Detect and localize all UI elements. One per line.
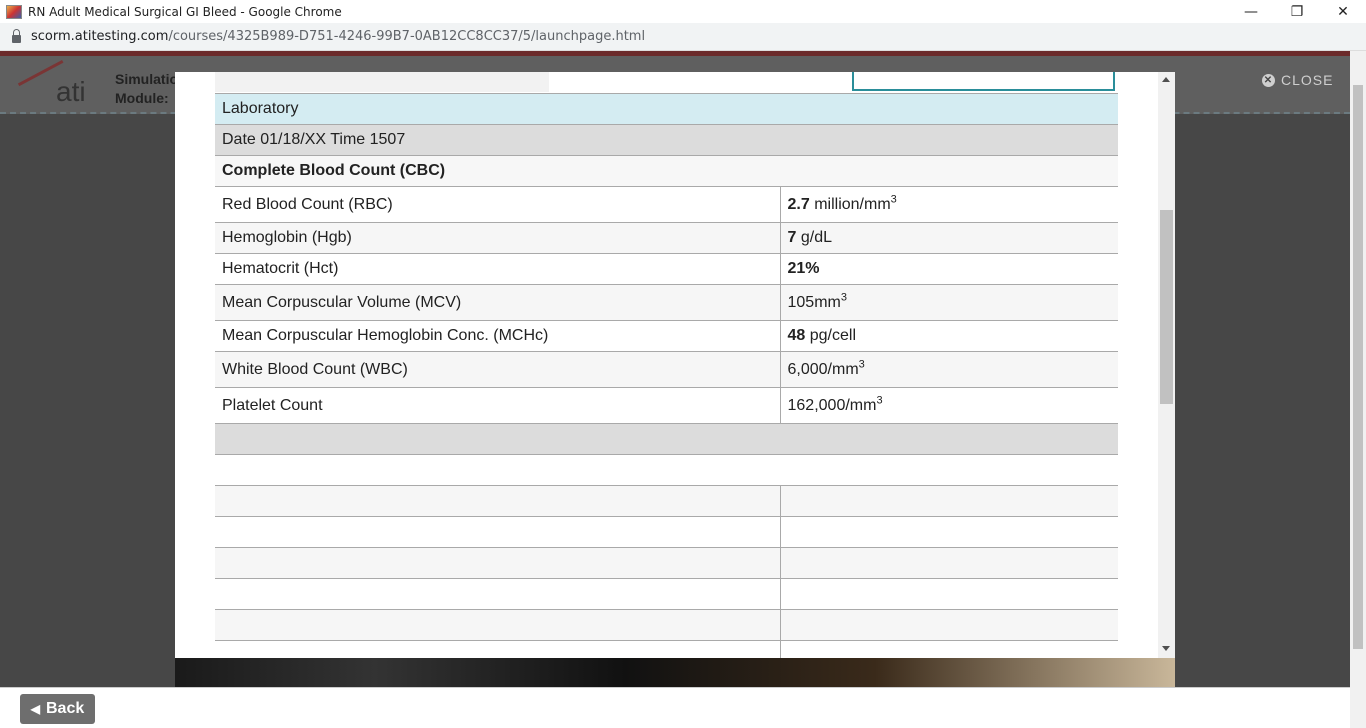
- window-title: RN Adult Medical Surgical GI Bleed - Goo…: [28, 4, 342, 19]
- close-button[interactable]: ✕ CLOSE: [1262, 72, 1333, 88]
- laboratory-table: Laboratory Date 01/18/XX Time 1507 Compl…: [215, 93, 1118, 658]
- modal-scrollbar[interactable]: [1158, 72, 1175, 658]
- empty-row: [215, 516, 1118, 548]
- ati-logo: ati: [17, 60, 95, 110]
- close-circle-icon: ✕: [1262, 73, 1275, 87]
- close-label: CLOSE: [1281, 72, 1334, 88]
- minimize-window-button[interactable]: —: [1228, 0, 1274, 23]
- close-window-button[interactable]: ✕: [1320, 0, 1366, 23]
- test-value: 162,000/mm3: [780, 387, 1118, 424]
- table-spacer-row: [215, 423, 1118, 455]
- page-scrollbar-thumb[interactable]: [1353, 85, 1363, 649]
- url-text[interactable]: scorm.atitesting.com/courses/4325B989-D7…: [31, 29, 645, 44]
- scroll-up-arrow-icon[interactable]: [1162, 77, 1170, 82]
- lock-icon[interactable]: [12, 28, 21, 43]
- lab-results-modal: Laboratory Date 01/18/XX Time 1507 Compl…: [175, 72, 1175, 658]
- test-value: 7 g/dL: [780, 222, 1118, 254]
- table-row: Red Blood Count (RBC) 2.7 million/mm3: [215, 186, 1118, 223]
- test-name: White Blood Count (WBC): [215, 351, 781, 388]
- empty-row: [215, 547, 1118, 579]
- bottom-nav-bar: ◀ Back: [0, 687, 1350, 728]
- address-bar[interactable]: scorm.atitesting.com/courses/4325B989-D7…: [0, 23, 1366, 51]
- table-row: Hematocrit (Hct) 21%: [215, 253, 1118, 285]
- test-name: Hematocrit (Hct): [215, 253, 781, 285]
- cbc-section-title: Complete Blood Count (CBC): [215, 155, 1118, 187]
- browser-title-bar: RN Adult Medical Surgical GI Bleed - Goo…: [0, 0, 1366, 23]
- test-value: 2.7 million/mm3: [780, 186, 1118, 223]
- table-header-row: Laboratory: [215, 93, 1118, 125]
- test-name: Mean Corpuscular Hemoglobin Conc. (MCHc): [215, 320, 781, 352]
- date-row: Date 01/18/XX Time 1507: [215, 124, 1118, 156]
- table-row: Hemoglobin (Hgb) 7 g/dL: [215, 222, 1118, 254]
- table-row: Mean Corpuscular Volume (MCV) 105mm3: [215, 284, 1118, 321]
- empty-row: [215, 485, 1118, 517]
- test-value: 6,000/mm3: [780, 351, 1118, 388]
- test-value: 48 pg/cell: [780, 320, 1118, 352]
- scroll-down-arrow-icon[interactable]: [1162, 646, 1170, 651]
- previous-row-fragment: [215, 72, 549, 92]
- table-row: Mean Corpuscular Hemoglobin Conc. (MCHc)…: [215, 320, 1118, 352]
- site-favicon-icon: [6, 4, 22, 19]
- test-name: Mean Corpuscular Volume (MCV): [215, 284, 781, 321]
- page-scrollbar[interactable]: [1350, 51, 1366, 728]
- video-background: [175, 658, 1175, 687]
- back-button[interactable]: ◀ Back: [20, 694, 95, 724]
- empty-row: [215, 578, 1118, 610]
- test-name: Platelet Count: [215, 387, 781, 424]
- test-name: Red Blood Count (RBC): [215, 186, 781, 223]
- back-label: Back: [45, 700, 85, 717]
- table-spacer-row: [215, 454, 1118, 486]
- test-name: Hemoglobin (Hgb): [215, 222, 781, 254]
- laboratory-header: Laboratory: [215, 93, 1118, 125]
- modal-scrollbar-thumb[interactable]: [1160, 210, 1173, 404]
- chevron-left-icon: ◀: [30, 702, 40, 716]
- test-value: 21%: [780, 253, 1118, 285]
- ati-logo-text: ati: [56, 76, 86, 107]
- test-value: 105mm3: [780, 284, 1118, 321]
- empty-row: [215, 640, 1118, 658]
- restore-window-button[interactable]: ❐: [1274, 0, 1320, 23]
- previous-input-fragment: [852, 72, 1115, 91]
- table-row: Platelet Count 162,000/mm3: [215, 387, 1118, 424]
- table-row: White Blood Count (WBC) 6,000/mm3: [215, 351, 1118, 388]
- empty-row: [215, 609, 1118, 641]
- date-time-label: Date 01/18/XX Time 1507: [215, 124, 1118, 156]
- section-row: Complete Blood Count (CBC): [215, 155, 1118, 187]
